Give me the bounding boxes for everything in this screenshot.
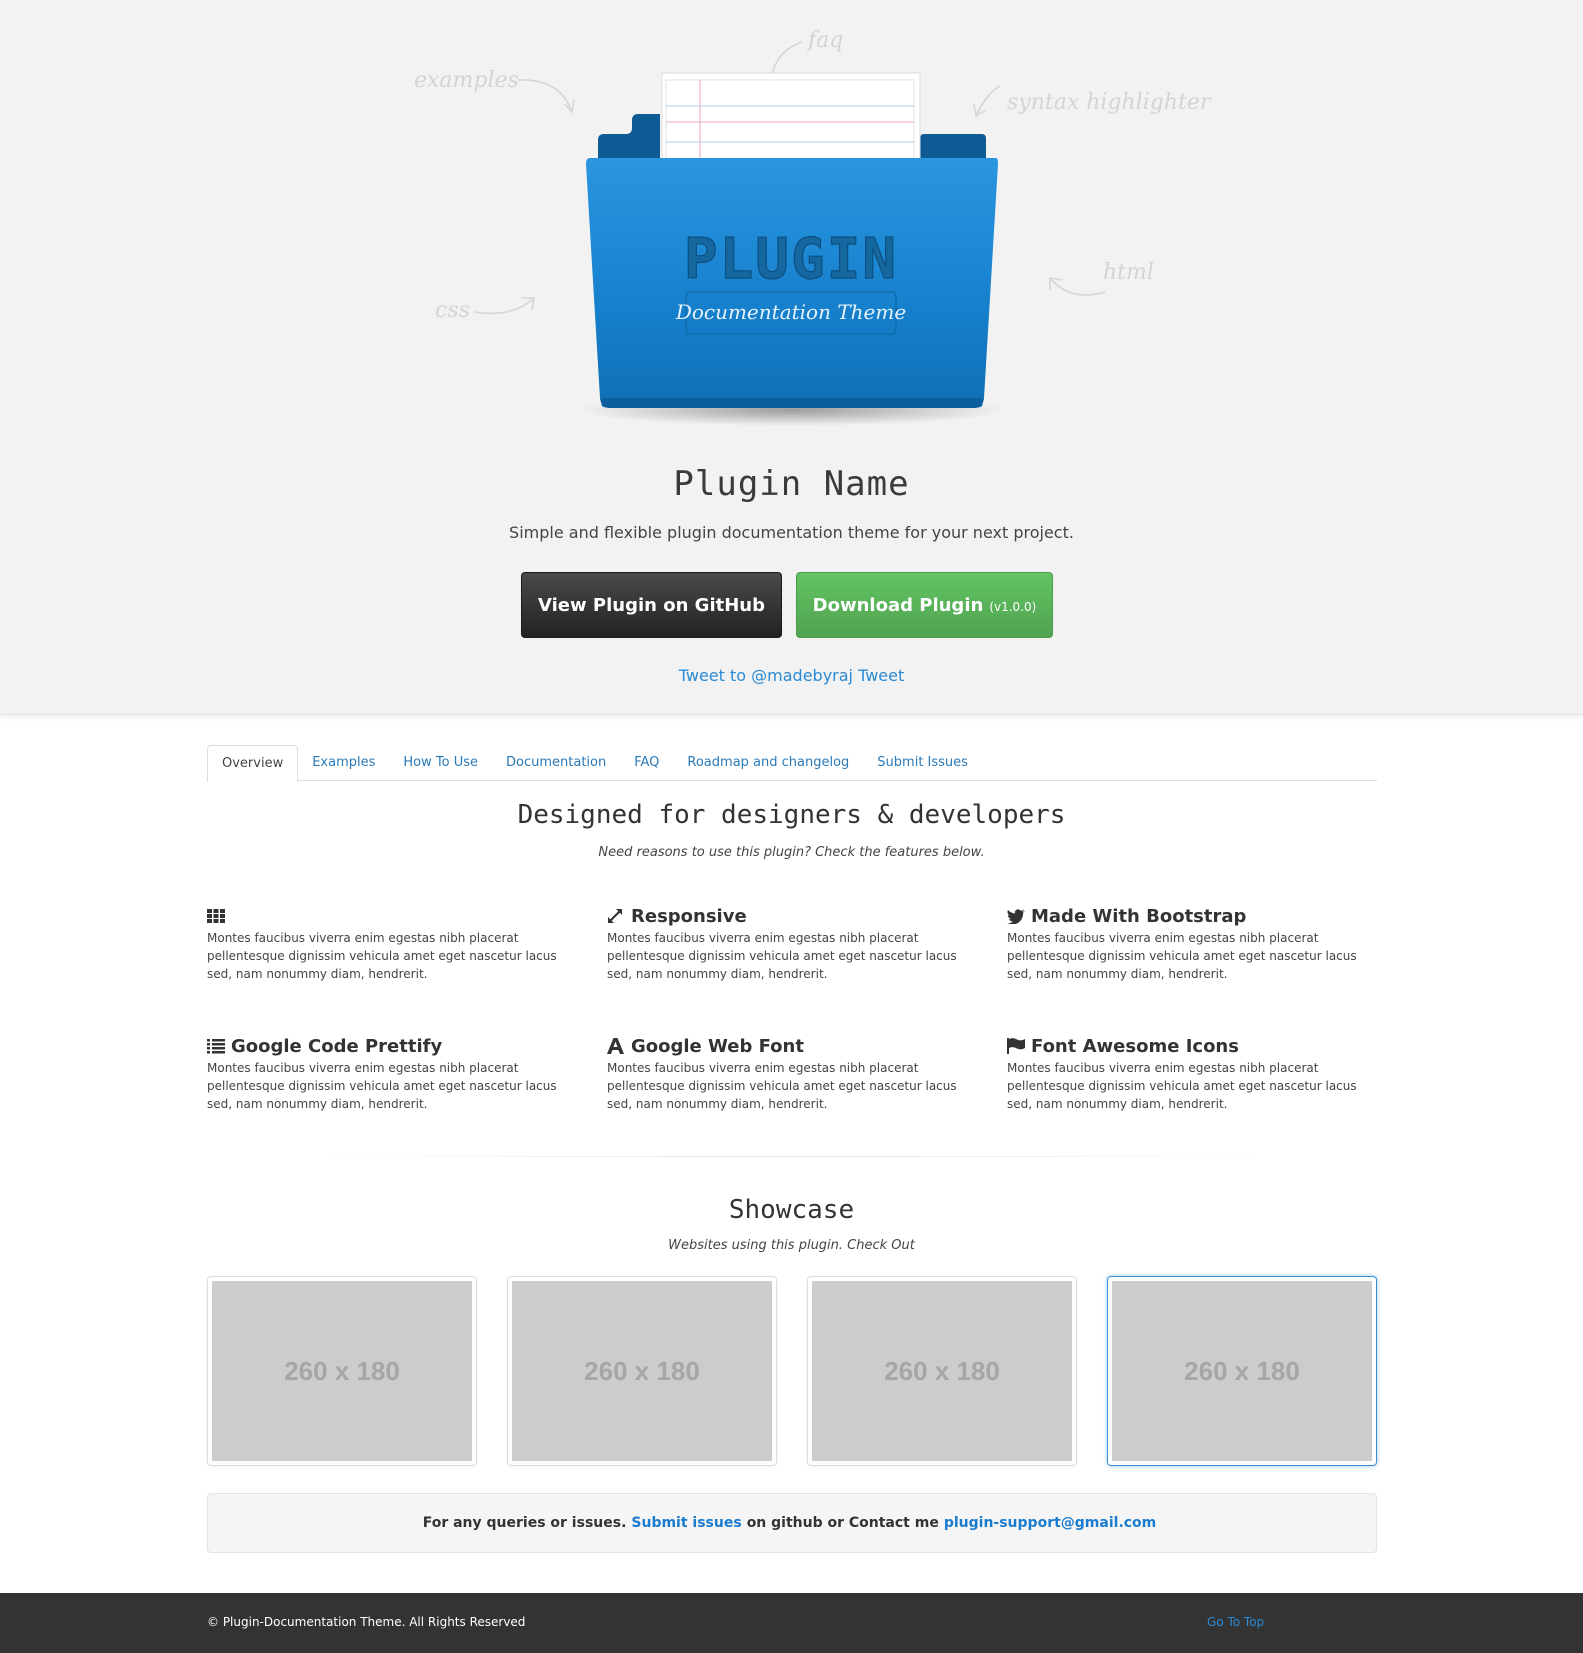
tab-submit-issues[interactable]: Submit Issues bbox=[863, 745, 982, 780]
feature-text: Montes faucibus viverra enim egestas nib… bbox=[207, 1061, 557, 1111]
feature-text: Montes faucibus viverra enim egestas nib… bbox=[607, 931, 957, 981]
grid-icon bbox=[207, 907, 227, 925]
tab-faq[interactable]: FAQ bbox=[620, 745, 673, 780]
folder-illustration: PLUGIN Documentation Theme bbox=[473, 41, 1106, 426]
showcase-subtitle: Websites using this plugin. Check Out bbox=[668, 1238, 915, 1253]
download-label: Download Plugin bbox=[812, 594, 984, 616]
tab-documentation[interactable]: Documentation bbox=[492, 745, 620, 780]
showcase-thumbnail[interactable]: 260 x 180 bbox=[507, 1276, 777, 1466]
resize-icon bbox=[607, 907, 627, 925]
feature-item: Made With Bootstrap Montes faucibus vive… bbox=[1007, 905, 1377, 983]
font-icon bbox=[607, 1037, 627, 1055]
twitter-icon bbox=[1007, 907, 1027, 925]
view-github-label: View Plugin on GitHub bbox=[538, 594, 765, 616]
feature-item: Font Awesome Icons Montes faucibus viver… bbox=[1007, 1035, 1377, 1113]
showcase-title: Showcase bbox=[728, 1195, 855, 1225]
contact-well: For any queries or issues. Submit issues… bbox=[207, 1493, 1377, 1553]
folder-logo-subtext: Documentation Theme bbox=[675, 300, 906, 324]
tab-how-to-use[interactable]: How To Use bbox=[389, 745, 492, 780]
thumbnail-placeholder: 260 x 180 bbox=[1112, 1281, 1372, 1461]
view-github-button[interactable]: View Plugin on GitHub bbox=[521, 572, 782, 638]
hero-section: examples faq syntax highlighter html css bbox=[0, 0, 1583, 715]
features-subtitle: Need reasons to use this plugin? Check t… bbox=[598, 845, 985, 860]
footer: © Plugin-Documentation Theme. All Rights… bbox=[0, 1593, 1583, 1653]
tweet-to-link[interactable]: Tweet to @madebyraj bbox=[679, 666, 853, 685]
submit-issues-link[interactable]: Submit issues bbox=[631, 1515, 741, 1531]
feature-title: Font Awesome Icons bbox=[1031, 1035, 1239, 1057]
download-version: (v1.0.0) bbox=[989, 600, 1037, 614]
feature-title: Google Code Prettify bbox=[231, 1035, 443, 1057]
showcase-thumbnail[interactable]: 260 x 180 bbox=[207, 1276, 477, 1466]
plugin-title: Plugin Name bbox=[673, 464, 910, 504]
feature-text: Montes faucibus viverra enim egestas nib… bbox=[207, 931, 557, 981]
feature-title: Google Web Font bbox=[631, 1035, 804, 1057]
tab-examples[interactable]: Examples bbox=[298, 745, 389, 780]
feature-item: Google Code Prettify Montes faucibus viv… bbox=[207, 1035, 577, 1113]
section-divider bbox=[300, 1156, 1283, 1157]
feature-item: Google Web Font Montes faucibus viverra … bbox=[607, 1035, 977, 1113]
features-title: Designed for designers & developers bbox=[517, 800, 1066, 830]
feature-text: Montes faucibus viverra enim egestas nib… bbox=[607, 1061, 957, 1111]
contact-middle: on github or Contact me bbox=[746, 1515, 939, 1531]
thumbnail-placeholder: 260 x 180 bbox=[812, 1281, 1072, 1461]
tweet-link[interactable]: Tweet bbox=[858, 666, 904, 685]
folder-logo-text: PLUGIN bbox=[684, 227, 898, 292]
feature-item: Montes faucibus viverra enim egestas nib… bbox=[207, 905, 577, 983]
feature-title: Made With Bootstrap bbox=[1031, 905, 1247, 927]
go-to-top-link[interactable]: Go To Top bbox=[1207, 1615, 1264, 1629]
plugin-subtitle: Simple and flexible plugin documentation… bbox=[509, 523, 1074, 542]
tab-roadmap[interactable]: Roadmap and changelog bbox=[673, 745, 863, 780]
feature-text: Montes faucibus viverra enim egestas nib… bbox=[1007, 1061, 1357, 1111]
feature-title: Responsive bbox=[631, 905, 747, 927]
list-icon bbox=[207, 1037, 227, 1055]
tweet-line: Tweet to @madebyraj Tweet bbox=[0, 666, 1583, 685]
flag-icon bbox=[1007, 1037, 1027, 1055]
section-tabs: Overview Examples How To Use Documentati… bbox=[207, 745, 1377, 782]
showcase-thumbnail[interactable]: 260 x 180 bbox=[1107, 1276, 1377, 1466]
thumbnail-placeholder: 260 x 180 bbox=[512, 1281, 772, 1461]
feature-text: Montes faucibus viverra enim egestas nib… bbox=[1007, 931, 1357, 981]
footer-copyright: © Plugin-Documentation Theme. All Rights… bbox=[207, 1615, 526, 1629]
tab-overview[interactable]: Overview bbox=[207, 745, 299, 782]
contact-prefix: For any queries or issues. bbox=[422, 1515, 627, 1531]
download-plugin-button[interactable]: Download Plugin (v1.0.0) bbox=[796, 572, 1053, 638]
thumbnail-placeholder: 260 x 180 bbox=[212, 1281, 472, 1461]
support-email-link[interactable]: plugin-support@gmail.com bbox=[944, 1515, 1156, 1531]
feature-item: Responsive Montes faucibus viverra enim … bbox=[607, 905, 977, 983]
showcase-thumbnail[interactable]: 260 x 180 bbox=[807, 1276, 1077, 1466]
